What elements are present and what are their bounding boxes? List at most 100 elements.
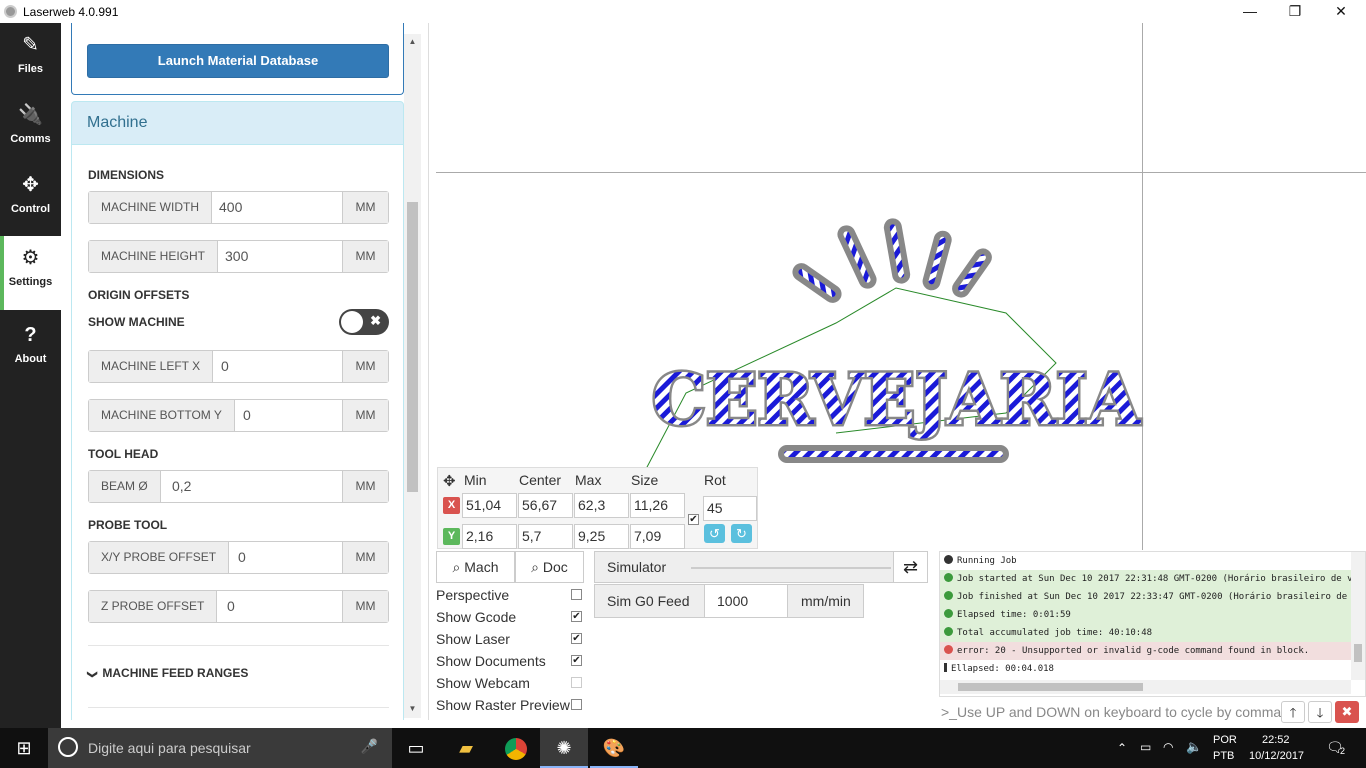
clock-date[interactable]: 10/12/2017 — [1249, 750, 1304, 762]
y-size-input[interactable]: 7,09 — [630, 524, 685, 549]
show-webcam-checkbox[interactable] — [571, 677, 582, 688]
x-max-input[interactable]: 62,3 — [574, 493, 629, 518]
launch-material-database-button[interactable]: Launch Material Database — [87, 44, 389, 78]
search-icon: ⌕ — [531, 559, 543, 575]
scroll-down-arrow[interactable]: ▼ — [404, 704, 421, 713]
lock-aspect-checkbox[interactable]: ✔ — [688, 514, 699, 525]
doc-view-button[interactable]: ⌕ Doc — [515, 551, 584, 583]
x-size-input[interactable]: 11,26 — [630, 493, 685, 518]
volume-icon[interactable]: 🔈 — [1186, 739, 1202, 755]
show-webcam-label: Show Webcam — [436, 675, 530, 691]
show-webcam-option[interactable]: Show Webcam — [436, 675, 530, 691]
history-up-button[interactable]: 🡑 — [1281, 701, 1305, 723]
show-raster-preview-checkbox[interactable] — [571, 699, 582, 710]
taskbar: ⊞ Digite aqui para pesquisar 🎤 ▭ ▰ ✺ 🎨 ⌃… — [0, 728, 1366, 768]
doc-label: Doc — [542, 559, 568, 575]
z-probe-input[interactable]: 0 — [215, 591, 343, 622]
file-explorer-icon[interactable]: ▰ — [442, 728, 490, 768]
show-documents-option[interactable]: Show Documents — [436, 653, 546, 669]
info-icon — [944, 663, 947, 672]
console-vscroll[interactable] — [1351, 552, 1365, 680]
y-min-input[interactable]: 2,16 — [462, 524, 517, 549]
show-raster-preview-option[interactable]: Show Raster Preview — [436, 697, 570, 713]
wifi-icon[interactable]: ◠ — [1163, 740, 1173, 754]
nav-about[interactable]: ? About — [0, 313, 61, 383]
console-line: error: 20 - Unsupported or invalid g-cod… — [940, 642, 1351, 660]
machine-bottom-y-label: MACHINE BOTTOM Y — [89, 400, 235, 431]
console-line: Ellapsed: 00:04.018 — [940, 660, 1351, 678]
nav-settings-label: Settings — [8, 276, 53, 288]
scroll-up-arrow[interactable]: ▲ — [404, 37, 421, 46]
perspective-option[interactable]: Perspective — [436, 587, 509, 603]
show-documents-checkbox[interactable]: ✔ — [571, 655, 582, 666]
clear-console-button[interactable]: ✖ — [1335, 701, 1359, 723]
machine-height-input[interactable]: 300 — [213, 241, 343, 272]
clock-time[interactable]: 22:52 — [1262, 734, 1290, 746]
check-icon — [944, 591, 953, 600]
maximize-button[interactable]: ❐ — [1272, 0, 1318, 23]
show-laser-checkbox[interactable]: ✔ — [571, 633, 582, 644]
beam-input[interactable]: 0,2 — [160, 471, 343, 502]
check-icon — [944, 609, 953, 618]
app-icon — [4, 5, 17, 18]
history-down-button[interactable]: 🡓 — [1308, 701, 1332, 723]
machine-bottom-y-input[interactable]: 0 — [231, 400, 343, 431]
x-center-input[interactable]: 56,67 — [518, 493, 573, 518]
machine-bottom-y-unit: MM — [342, 400, 388, 431]
console-input[interactable]: >_Use UP and DOWN on keyboard to cycle b… — [939, 699, 1281, 725]
console-vscroll-thumb[interactable] — [1354, 644, 1362, 662]
battery-icon[interactable]: ▭ — [1140, 740, 1151, 754]
simulator-slider[interactable] — [691, 567, 891, 569]
show-laser-option[interactable]: Show Laser — [436, 631, 510, 647]
show-gcode-checkbox[interactable]: ✔ — [571, 611, 582, 622]
document-preview[interactable]: CERVEJARIA — [636, 213, 1156, 493]
taskbar-search[interactable]: Digite aqui para pesquisar 🎤 — [48, 728, 392, 768]
console-hscroll-thumb[interactable] — [958, 683, 1143, 691]
minimize-button[interactable]: — — [1227, 0, 1273, 23]
nav-settings[interactable]: ⚙ Settings — [0, 236, 61, 310]
chrome-icon[interactable] — [492, 728, 540, 768]
machine-left-x-input[interactable]: 0 — [209, 351, 343, 382]
laserweb-taskbar-icon[interactable]: ✺ — [540, 728, 588, 768]
sim-feed-input[interactable]: 1000 — [704, 585, 788, 617]
y-max-input[interactable]: 9,25 — [574, 524, 629, 549]
paint-icon[interactable]: 🎨 — [590, 728, 638, 768]
error-icon — [944, 645, 953, 654]
show-gcode-option[interactable]: Show Gcode — [436, 609, 516, 625]
windows-start-icon[interactable]: ⊞ — [0, 728, 48, 768]
settings-scrollbar[interactable]: ▲ ▼ — [404, 34, 421, 718]
selection-dimensions: ✥ Min Center Max Size Rot X 51,04 56,67 … — [437, 467, 758, 549]
show-machine-toggle[interactable]: ✖ — [339, 309, 389, 335]
swap-icon[interactable]: ⇄ — [893, 552, 927, 582]
rotate-ccw-button[interactable]: ↺ — [704, 524, 725, 543]
xy-probe-input[interactable]: 0 — [226, 542, 343, 573]
language-primary[interactable]: POR — [1213, 734, 1237, 746]
search-icon: ⌕ — [452, 559, 465, 575]
perspective-label: Perspective — [436, 587, 510, 603]
feed-ranges-toggle[interactable]: ❯ MACHINE FEED RANGES — [87, 666, 249, 680]
nav-files[interactable]: ✎ Files — [0, 23, 61, 93]
logo-text: CERVEJARIA — [652, 358, 1142, 441]
x-min-input[interactable]: 51,04 — [462, 493, 517, 518]
console-hscroll[interactable] — [940, 680, 1351, 694]
sim-feed-group: Sim G0 Feed 1000 mm/min — [594, 584, 864, 618]
beam-label: BEAM Ø — [89, 471, 161, 502]
y-center-input[interactable]: 5,7 — [518, 524, 573, 549]
rotate-cw-button[interactable]: ↻ — [731, 524, 752, 543]
tray-chevron-icon[interactable]: ⌃ — [1117, 741, 1127, 755]
perspective-checkbox[interactable] — [571, 589, 582, 600]
close-button[interactable]: ✕ — [1318, 0, 1364, 23]
language-secondary[interactable]: PTB — [1213, 750, 1234, 762]
task-view-icon[interactable]: ▭ — [392, 728, 440, 768]
machine-width-input[interactable]: 400 — [207, 192, 342, 223]
mach-view-button[interactable]: ⌕ Mach — [436, 551, 515, 583]
rotation-input[interactable]: 45 — [703, 496, 757, 521]
check-icon — [944, 627, 953, 636]
nav-control[interactable]: ✥ Control — [0, 163, 61, 233]
files-icon: ✎ — [22, 34, 39, 56]
nav-comms[interactable]: 🔌 Comms — [0, 93, 61, 163]
grid-line-horizontal — [436, 172, 1366, 173]
scroll-thumb[interactable] — [407, 202, 418, 492]
machine-panel-heading[interactable]: Machine — [71, 101, 404, 145]
sidebar-nav: ✎ Files 🔌 Comms ✥ Control ⚙ Settings ? A… — [0, 23, 61, 728]
